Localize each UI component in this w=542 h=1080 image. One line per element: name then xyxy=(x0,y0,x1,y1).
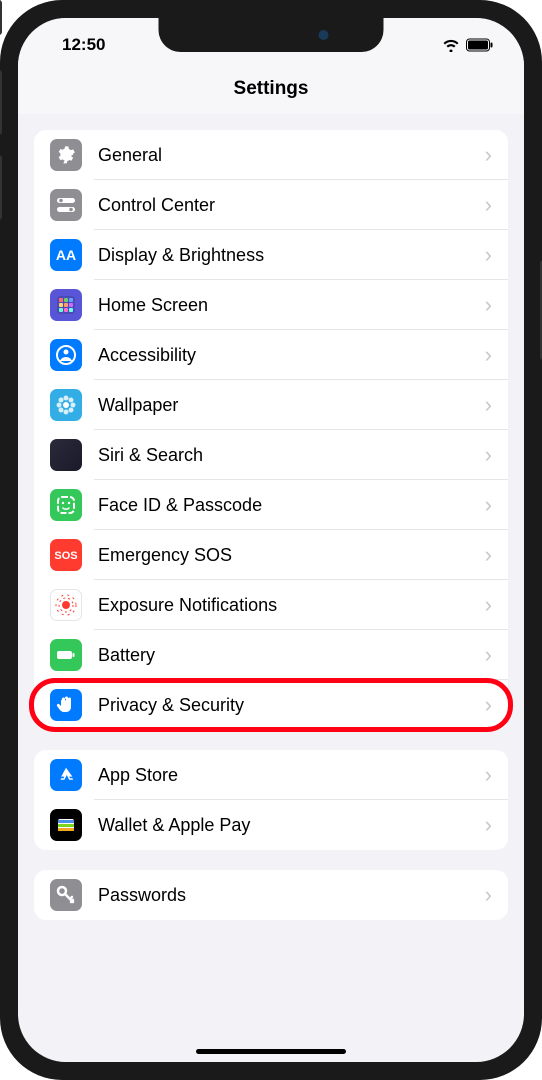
aa-icon xyxy=(50,239,82,271)
chevron-right-icon: › xyxy=(485,882,492,908)
settings-row-battery[interactable]: Battery› xyxy=(34,630,508,680)
phone-frame: 12:50 Settings General›Control Center›Di… xyxy=(0,0,542,1080)
settings-row-sos[interactable]: Emergency SOS› xyxy=(34,530,508,580)
grid-icon xyxy=(50,289,82,321)
screen: 12:50 Settings General›Control Center›Di… xyxy=(18,18,524,1062)
row-label: Battery xyxy=(98,645,485,666)
row-label: Home Screen xyxy=(98,295,485,316)
settings-group: Passwords› xyxy=(34,870,508,920)
siri-icon xyxy=(50,439,82,471)
settings-row-faceid[interactable]: Face ID & Passcode› xyxy=(34,480,508,530)
face-icon xyxy=(50,489,82,521)
exposure-icon xyxy=(50,589,82,621)
row-label: Accessibility xyxy=(98,345,485,366)
hand-icon xyxy=(50,689,82,721)
chevron-right-icon: › xyxy=(485,762,492,788)
settings-row-wallet[interactable]: Wallet & Apple Pay› xyxy=(34,800,508,850)
row-label: Passwords xyxy=(98,885,485,906)
sos-icon xyxy=(50,539,82,571)
settings-row-display[interactable]: Display & Brightness› xyxy=(34,230,508,280)
chevron-right-icon: › xyxy=(485,492,492,518)
person-icon xyxy=(50,339,82,371)
status-icons xyxy=(442,38,494,52)
silent-switch xyxy=(0,0,2,35)
chevron-right-icon: › xyxy=(485,642,492,668)
wifi-icon xyxy=(442,38,460,52)
row-label: Control Center xyxy=(98,195,485,216)
chevron-right-icon: › xyxy=(485,292,492,318)
appstore-icon xyxy=(50,759,82,791)
row-label: General xyxy=(98,145,485,166)
chevron-right-icon: › xyxy=(485,692,492,718)
flower-icon xyxy=(50,389,82,421)
row-label: Siri & Search xyxy=(98,445,485,466)
row-label: Wallet & Apple Pay xyxy=(98,815,485,836)
chevron-right-icon: › xyxy=(485,392,492,418)
chevron-right-icon: › xyxy=(485,542,492,568)
page-title: Settings xyxy=(18,78,524,100)
settings-row-passwords[interactable]: Passwords› xyxy=(34,870,508,920)
chevron-right-icon: › xyxy=(485,442,492,468)
volume-up-button xyxy=(0,70,2,135)
chevron-right-icon: › xyxy=(485,812,492,838)
key-icon xyxy=(50,879,82,911)
settings-row-general[interactable]: General› xyxy=(34,130,508,180)
settings-row-wallpaper[interactable]: Wallpaper› xyxy=(34,380,508,430)
home-indicator[interactable] xyxy=(196,1049,346,1054)
row-label: Wallpaper xyxy=(98,395,485,416)
row-label: Display & Brightness xyxy=(98,245,485,266)
status-time: 12:50 xyxy=(62,35,105,55)
settings-row-siri[interactable]: Siri & Search› xyxy=(34,430,508,480)
notch xyxy=(159,18,384,52)
settings-row-control-center[interactable]: Control Center› xyxy=(34,180,508,230)
wallet-icon xyxy=(50,809,82,841)
row-label: Privacy & Security xyxy=(98,695,485,716)
chevron-right-icon: › xyxy=(485,242,492,268)
chevron-right-icon: › xyxy=(485,342,492,368)
chevron-right-icon: › xyxy=(485,142,492,168)
row-label: Exposure Notifications xyxy=(98,595,485,616)
chevron-right-icon: › xyxy=(485,192,492,218)
battery-icon xyxy=(50,639,82,671)
row-label: Emergency SOS xyxy=(98,545,485,566)
settings-group: General›Control Center›Display & Brightn… xyxy=(34,130,508,730)
switches-icon xyxy=(50,189,82,221)
row-label: Face ID & Passcode xyxy=(98,495,485,516)
chevron-right-icon: › xyxy=(485,592,492,618)
settings-group: App Store›Wallet & Apple Pay› xyxy=(34,750,508,850)
content[interactable]: General›Control Center›Display & Brightn… xyxy=(18,114,524,1060)
battery-icon xyxy=(466,38,494,52)
settings-row-exposure[interactable]: Exposure Notifications› xyxy=(34,580,508,630)
settings-row-appstore[interactable]: App Store› xyxy=(34,750,508,800)
volume-down-button xyxy=(0,155,2,220)
gear-icon xyxy=(50,139,82,171)
settings-row-accessibility[interactable]: Accessibility› xyxy=(34,330,508,380)
settings-row-home[interactable]: Home Screen› xyxy=(34,280,508,330)
settings-row-privacy[interactable]: Privacy & Security› xyxy=(34,680,508,730)
row-label: App Store xyxy=(98,765,485,786)
